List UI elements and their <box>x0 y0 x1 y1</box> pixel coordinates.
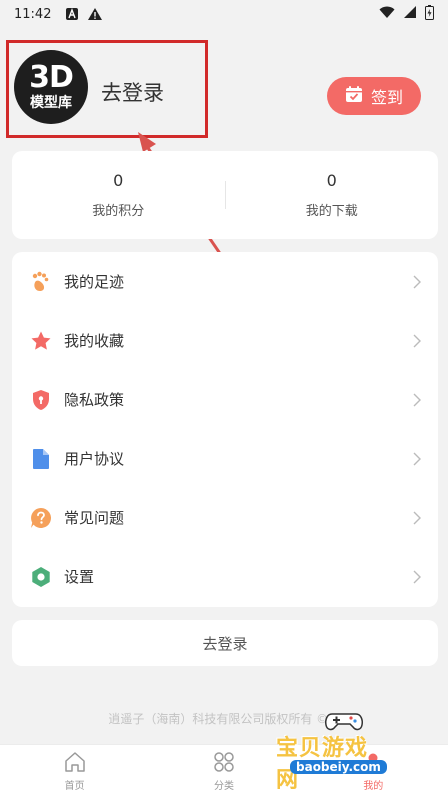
signin-button[interactable]: 签到 <box>327 77 421 115</box>
menu-label: 我的足迹 <box>64 273 125 291</box>
grid-icon <box>214 752 234 772</box>
chevron-right-icon <box>413 334 421 347</box>
annotation-highlight-box <box>6 40 208 138</box>
profile-header: 3D 模型库 去登录 签到 <box>0 40 448 140</box>
menu-label: 设置 <box>64 568 95 586</box>
menu-item-user-agreement[interactable]: 用户协议 <box>12 429 438 488</box>
chevron-right-icon <box>413 275 421 288</box>
document-icon <box>30 448 52 470</box>
menu-card: 我的足迹 我的收藏 隐私政策 用户协议 常见问题 设置 <box>12 252 438 607</box>
signin-label: 签到 <box>370 88 403 107</box>
footprint-icon <box>30 271 52 293</box>
downloads-stat[interactable]: 0 我的下载 <box>226 151 439 239</box>
downloads-value: 0 <box>326 171 337 190</box>
calendar-check-icon <box>345 85 363 107</box>
gear-icon <box>30 566 52 588</box>
menu-label: 我的收藏 <box>64 332 125 350</box>
warning-icon <box>87 7 103 21</box>
points-value: 0 <box>113 171 124 190</box>
menu-label: 常见问题 <box>64 509 125 527</box>
signal-icon <box>403 5 417 23</box>
menu-item-faq[interactable]: 常见问题 <box>12 488 438 547</box>
wifi-icon <box>379 6 395 23</box>
tab-home[interactable]: 首页 <box>0 745 149 798</box>
menu-label: 隐私政策 <box>64 391 125 409</box>
menu-item-favorites[interactable]: 我的收藏 <box>12 311 438 370</box>
chevron-right-icon <box>413 452 421 465</box>
shield-icon <box>30 389 52 411</box>
question-icon <box>30 507 52 529</box>
login-button[interactable]: 去登录 <box>12 620 438 666</box>
home-icon <box>64 752 85 772</box>
chevron-right-icon <box>413 511 421 524</box>
menu-item-footprints[interactable]: 我的足迹 <box>12 252 438 311</box>
battery-icon <box>425 4 434 24</box>
gamepad-icon <box>325 713 363 731</box>
status-time: 11:42 <box>14 6 52 22</box>
stats-card: 0 我的积分 0 我的下载 <box>12 151 438 239</box>
notification-a-icon <box>65 7 79 21</box>
points-label: 我的积分 <box>92 204 145 219</box>
watermark: 宝贝游戏网 baobeiy.com <box>272 708 390 793</box>
menu-item-settings[interactable]: 设置 <box>12 547 438 606</box>
downloads-label: 我的下载 <box>305 204 358 219</box>
watermark-url: baobeiy.com <box>290 760 387 774</box>
star-icon <box>30 330 52 352</box>
menu-label: 用户协议 <box>64 450 125 468</box>
tab-label: 分类 <box>213 781 234 792</box>
points-stat[interactable]: 0 我的积分 <box>12 151 225 239</box>
chevron-right-icon <box>413 393 421 406</box>
chevron-right-icon <box>413 570 421 583</box>
tab-label: 首页 <box>64 781 85 792</box>
status-bar: 11:42 <box>0 0 448 28</box>
menu-item-privacy[interactable]: 隐私政策 <box>12 370 438 429</box>
